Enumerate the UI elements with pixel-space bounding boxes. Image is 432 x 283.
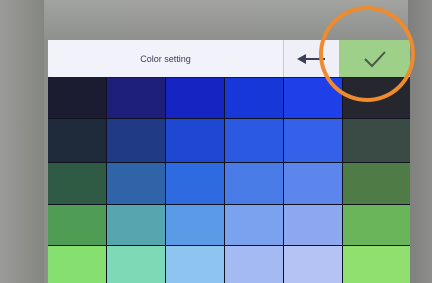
color-swatch[interactable] bbox=[166, 205, 224, 245]
color-swatch[interactable] bbox=[343, 78, 410, 118]
confirm-button[interactable] bbox=[340, 40, 410, 77]
color-swatch[interactable] bbox=[343, 119, 410, 162]
color-swatch[interactable] bbox=[284, 119, 342, 162]
color-swatch[interactable] bbox=[343, 163, 410, 204]
color-swatch[interactable] bbox=[284, 163, 342, 204]
arrow-left-icon bbox=[296, 53, 325, 64]
color-swatch[interactable] bbox=[107, 246, 165, 283]
color-swatch[interactable] bbox=[284, 205, 342, 245]
color-swatch[interactable] bbox=[343, 205, 410, 245]
color-swatch[interactable] bbox=[166, 119, 224, 162]
color-swatch[interactable] bbox=[225, 205, 283, 245]
color-swatch[interactable] bbox=[225, 246, 283, 283]
color-swatch[interactable] bbox=[343, 246, 410, 283]
color-swatch[interactable] bbox=[166, 78, 224, 118]
checkmark-icon bbox=[364, 50, 386, 67]
color-swatch[interactable] bbox=[48, 78, 106, 118]
color-swatch[interactable] bbox=[225, 78, 283, 118]
color-swatch[interactable] bbox=[166, 246, 224, 283]
color-swatch[interactable] bbox=[48, 163, 106, 204]
color-swatch[interactable] bbox=[48, 205, 106, 245]
header-bar: Color setting bbox=[48, 40, 410, 77]
touch-screen: Color setting bbox=[48, 40, 410, 283]
page-title: Color setting bbox=[48, 40, 284, 77]
color-swatch-grid bbox=[48, 78, 410, 283]
color-swatch[interactable] bbox=[107, 205, 165, 245]
color-swatch[interactable] bbox=[48, 119, 106, 162]
color-swatch[interactable] bbox=[284, 246, 342, 283]
back-button[interactable] bbox=[284, 40, 340, 77]
device-bezel-right bbox=[408, 0, 432, 283]
color-swatch[interactable] bbox=[48, 246, 106, 283]
color-swatch[interactable] bbox=[107, 78, 165, 118]
color-swatch[interactable] bbox=[225, 119, 283, 162]
device-bezel-top bbox=[0, 0, 432, 40]
color-swatch[interactable] bbox=[284, 78, 342, 118]
color-swatch[interactable] bbox=[107, 119, 165, 162]
color-swatch[interactable] bbox=[225, 163, 283, 204]
device-bezel-left bbox=[0, 0, 44, 283]
color-swatch[interactable] bbox=[107, 163, 165, 204]
color-swatch[interactable] bbox=[166, 163, 224, 204]
